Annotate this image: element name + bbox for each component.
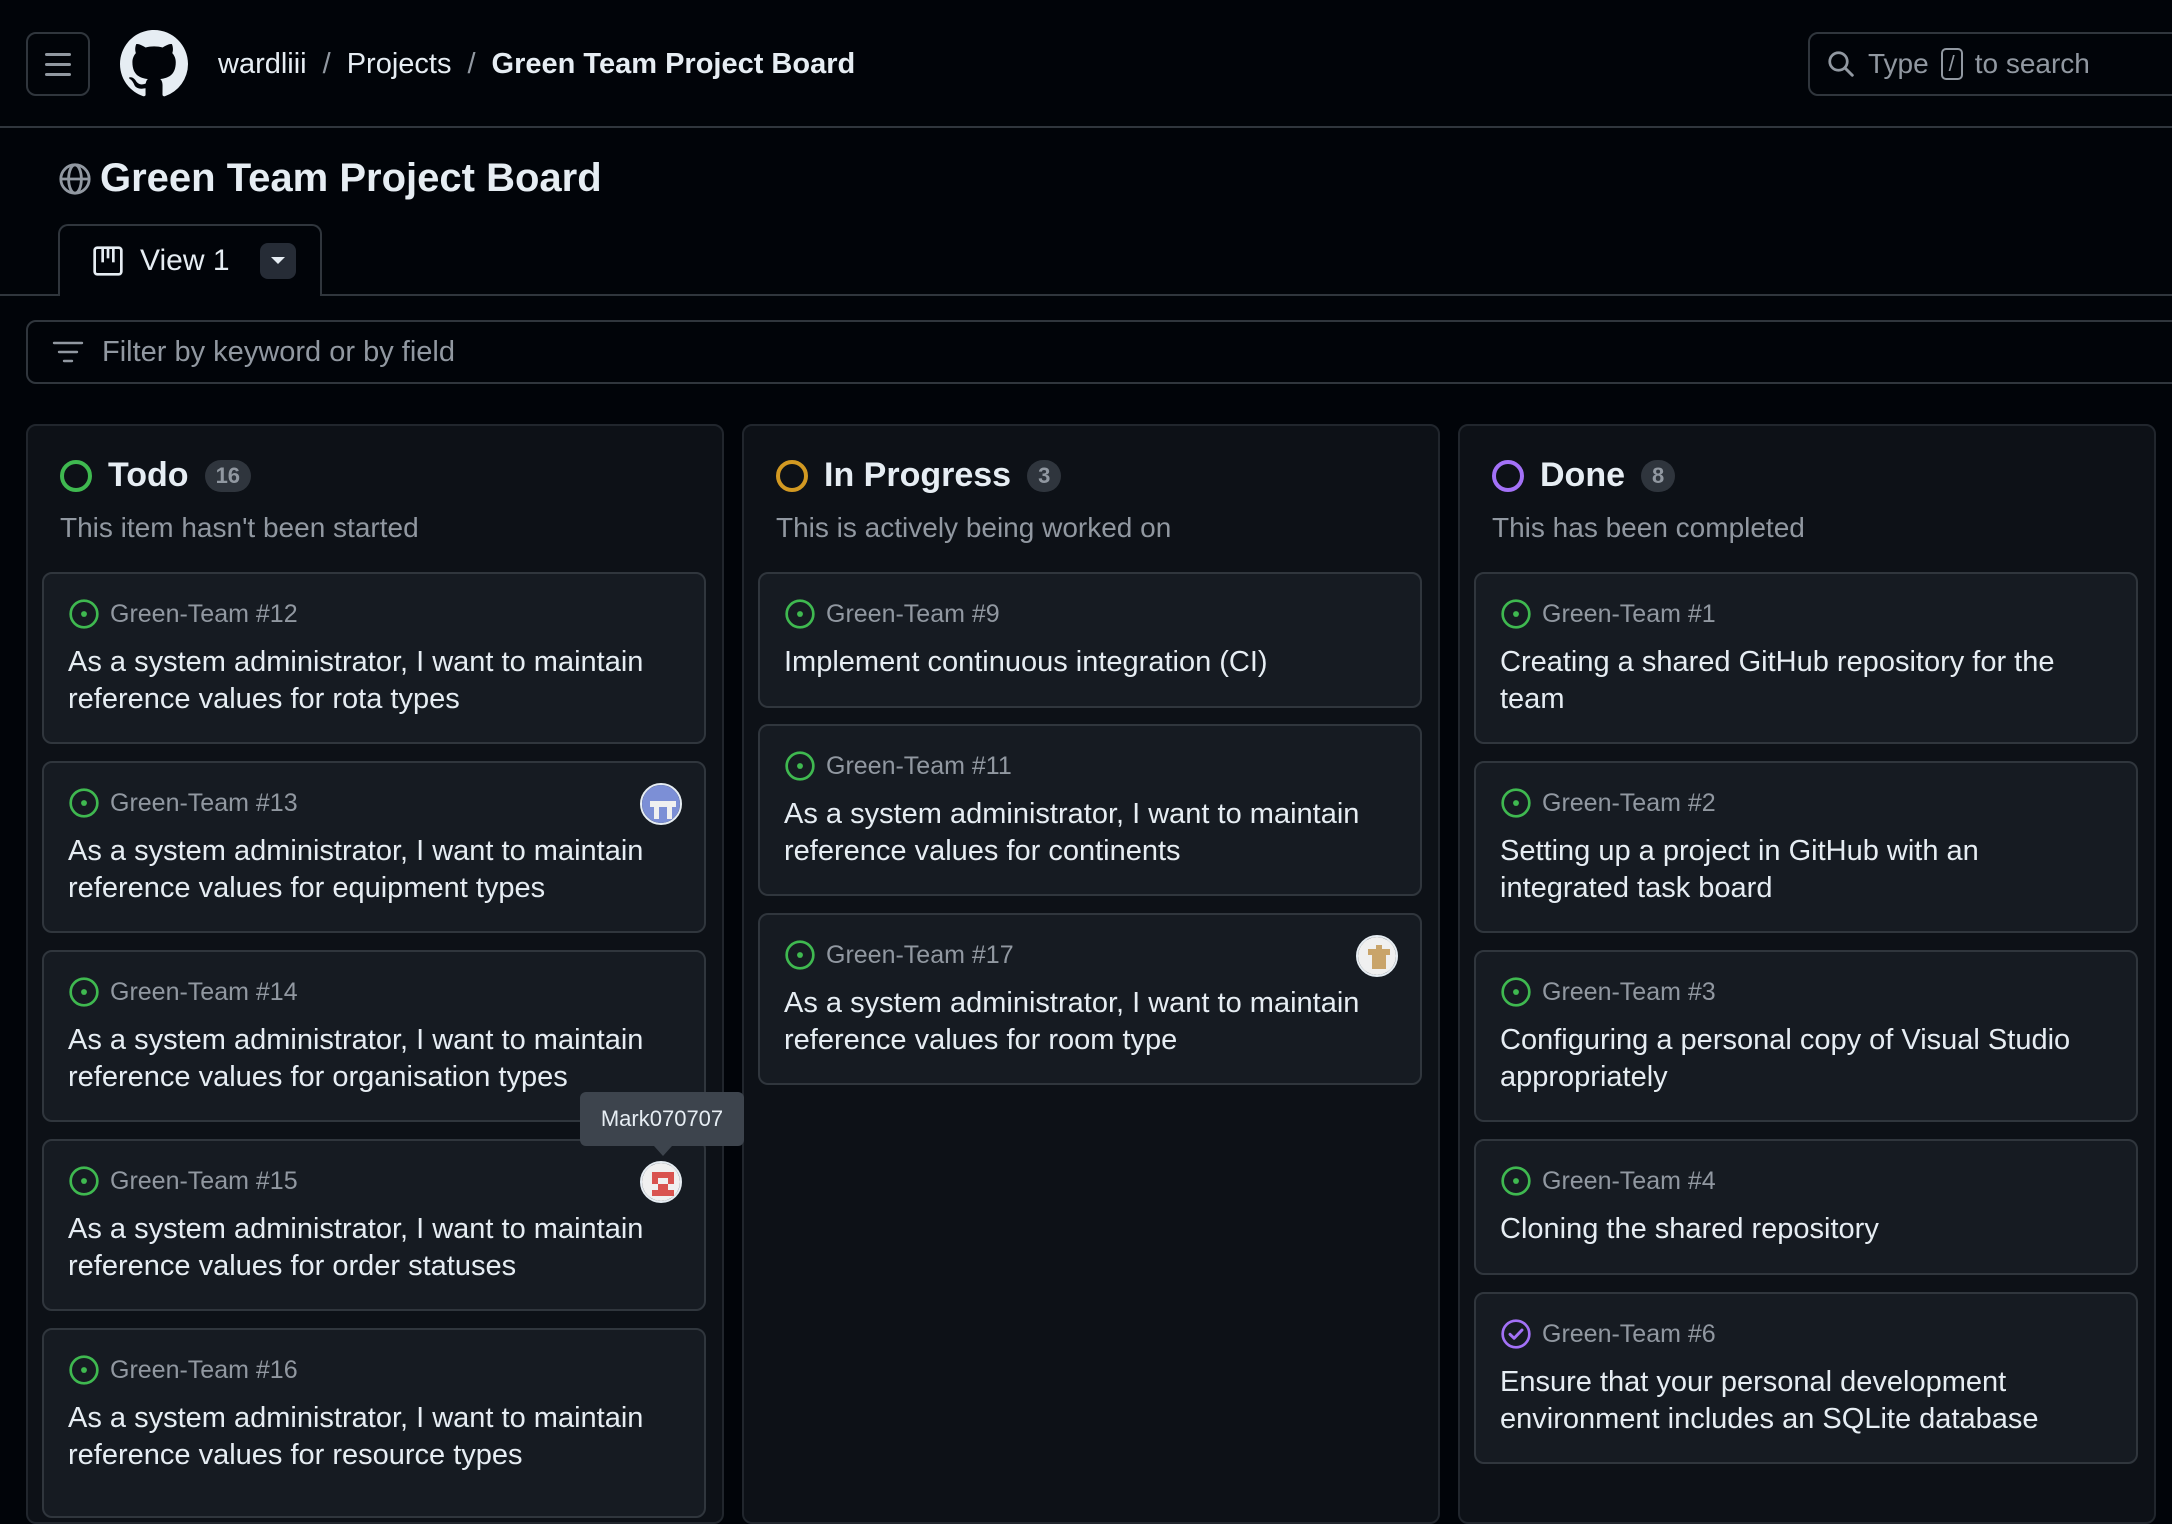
column-count-badge: 16 (204, 459, 252, 492)
open-issue-icon (1501, 788, 1531, 818)
card-title[interactable]: As a system administrator, I want to mai… (68, 1211, 668, 1285)
card-title[interactable]: Implement continuous integration (CI) (784, 644, 1384, 681)
board-icon (93, 246, 123, 276)
assignee-avatar[interactable] (640, 1161, 682, 1203)
card-ref[interactable]: Green-Team #9 (826, 600, 1000, 629)
identicon-avatar-icon (642, 785, 680, 823)
card-green-team-11[interactable]: Green-Team #11 As a system administrator… (758, 724, 1422, 896)
card-green-team-12[interactable]: Green-Team #12 As a system administrator… (42, 572, 706, 744)
column-description: This item hasn't been started (60, 512, 419, 543)
card-green-team-6[interactable]: Green-Team #6 Ensure that your personal … (1474, 1292, 2138, 1464)
search-prefix: Type (1868, 48, 1929, 79)
views-divider (0, 294, 2172, 296)
open-issue-icon (69, 788, 99, 818)
card-ref[interactable]: Green-Team #16 (110, 1356, 298, 1385)
open-issue-icon (785, 599, 815, 629)
open-issue-icon (785, 751, 815, 781)
breadcrumb-separator: / (467, 47, 476, 80)
tab-view-1[interactable]: View 1 (58, 224, 322, 296)
card-ref[interactable]: Green-Team #6 (1542, 1320, 1716, 1349)
card-ref[interactable]: Green-Team #12 (110, 600, 298, 629)
column-description: This has been completed (1492, 512, 1805, 543)
card-green-team-9[interactable]: Green-Team #9 Implement continuous integ… (758, 572, 1422, 708)
card-ref[interactable]: Green-Team #1 (1542, 600, 1716, 629)
card-green-team-17[interactable]: Green-Team #17 As a system administrator… (758, 913, 1422, 1085)
top-bar: wardliii / Projects / Green Team Project… (0, 0, 2172, 128)
card-title[interactable]: Setting up a project in GitHub with an i… (1500, 833, 2100, 907)
card-ref[interactable]: Green-Team #13 (110, 789, 298, 818)
filter-input[interactable]: Filter by keyword or by field (26, 320, 2172, 384)
search-input[interactable]: Type / to search (1808, 32, 2172, 96)
breadcrumb-projects[interactable]: Projects (347, 48, 452, 81)
card-green-team-15[interactable]: Green-Team #15 As a system administrator… (42, 1139, 706, 1311)
identicon-avatar-icon (642, 1163, 680, 1201)
column-title: In Progress (824, 456, 1012, 494)
card-green-team-3[interactable]: Green-Team #3 Configuring a personal cop… (1474, 950, 2138, 1122)
assignee-tooltip: Mark070707 (580, 1092, 744, 1156)
globe-icon (59, 162, 91, 195)
open-issue-icon (1501, 599, 1531, 629)
card-title[interactable]: As a system administrator, I want to mai… (68, 1400, 668, 1474)
open-issue-icon (1501, 1166, 1531, 1196)
open-issue-icon (1501, 977, 1531, 1007)
filter-icon (52, 341, 84, 363)
breadcrumb-owner[interactable]: wardliii (218, 48, 307, 81)
card-title[interactable]: Creating a shared GitHub repository for … (1500, 644, 2100, 718)
card-ref[interactable]: Green-Team #14 (110, 978, 298, 1007)
todo-status-icon (60, 459, 92, 492)
column-description: This is actively being worked on (776, 512, 1172, 543)
github-logo-icon[interactable] (120, 30, 188, 98)
chevron-down-icon (270, 257, 285, 264)
search-icon (1828, 51, 1854, 77)
card-green-team-1[interactable]: Green-Team #1 Creating a shared GitHub r… (1474, 572, 2138, 744)
assignee-avatar[interactable] (640, 783, 682, 825)
open-issue-icon (69, 599, 99, 629)
open-issue-icon (69, 977, 99, 1007)
search-shortcut-key: / (1940, 48, 1963, 80)
card-ref[interactable]: Green-Team #15 (110, 1167, 298, 1196)
menu-button[interactable] (26, 32, 90, 96)
card-ref[interactable]: Green-Team #3 (1542, 978, 1716, 1007)
card-title[interactable]: Ensure that your personal development en… (1500, 1364, 2100, 1438)
identicon-avatar-icon (1358, 937, 1396, 975)
card-green-team-4[interactable]: Green-Team #4 Cloning the shared reposit… (1474, 1139, 2138, 1275)
column-title: Done (1540, 456, 1625, 494)
card-ref[interactable]: Green-Team #17 (826, 941, 1014, 970)
card-green-team-2[interactable]: Green-Team #2 Setting up a project in Gi… (1474, 761, 2138, 933)
page-title: Green Team Project Board (58, 156, 602, 201)
card-ref[interactable]: Green-Team #11 (826, 752, 1012, 781)
assignee-avatar[interactable] (1356, 935, 1398, 977)
card-title[interactable]: Cloning the shared repository (1500, 1211, 2100, 1248)
column-title: Todo (108, 456, 189, 494)
closed-issue-icon (1501, 1319, 1531, 1349)
breadcrumb-board[interactable]: Green Team Project Board (492, 48, 856, 81)
card-title[interactable]: As a system administrator, I want to mai… (784, 796, 1384, 870)
card-ref[interactable]: Green-Team #2 (1542, 789, 1716, 818)
done-status-icon (1492, 459, 1524, 492)
filter-placeholder: Filter by keyword or by field (102, 335, 455, 368)
open-issue-icon (69, 1355, 99, 1385)
in-progress-status-icon (776, 459, 808, 492)
open-issue-icon (69, 1166, 99, 1196)
search-suffix: to search (1974, 48, 2090, 79)
hamburger-icon (45, 52, 71, 56)
card-title[interactable]: As a system administrator, I want to mai… (68, 833, 668, 907)
tab-label: View 1 (140, 244, 230, 277)
card-title[interactable]: As a system administrator, I want to mai… (784, 985, 1384, 1059)
card-green-team-13[interactable]: Green-Team #13 As a system administrator… (42, 761, 706, 933)
column-count-badge: 3 (1027, 459, 1062, 492)
view-options-button[interactable] (259, 243, 296, 279)
card-title[interactable]: As a system administrator, I want to mai… (68, 644, 668, 718)
card-title[interactable]: As a system administrator, I want to mai… (68, 1022, 668, 1096)
breadcrumb-separator: / (322, 47, 331, 80)
open-issue-icon (785, 940, 815, 970)
breadcrumb: wardliii / Projects / Green Team Project… (218, 44, 855, 84)
card-title[interactable]: Configuring a personal copy of Visual St… (1500, 1022, 2100, 1096)
project-title: Green Team Project Board (100, 156, 602, 200)
card-ref[interactable]: Green-Team #4 (1542, 1167, 1716, 1196)
column-count-badge: 8 (1641, 459, 1676, 492)
